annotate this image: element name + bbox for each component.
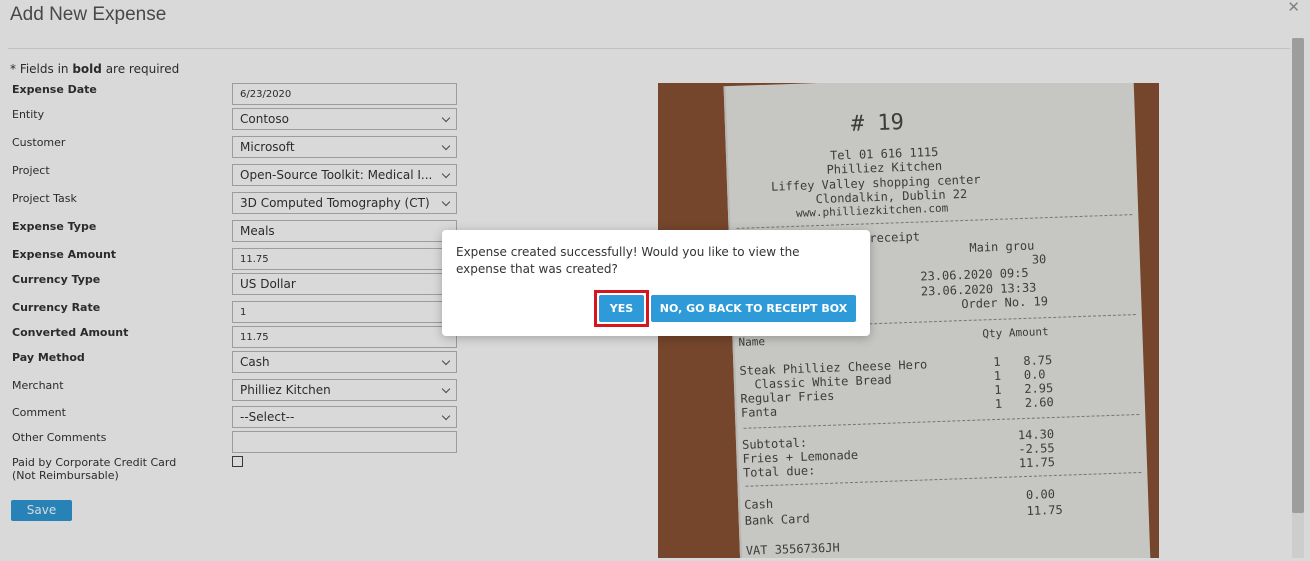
dialog-message: Expense created successfully! Would you … <box>456 245 800 276</box>
back-to-receipt-box-button[interactable]: NO, GO BACK TO RECEIPT BOX <box>651 295 856 322</box>
success-dialog: Expense created successfully! Would you … <box>442 230 870 336</box>
yes-button[interactable]: YES <box>599 295 644 322</box>
